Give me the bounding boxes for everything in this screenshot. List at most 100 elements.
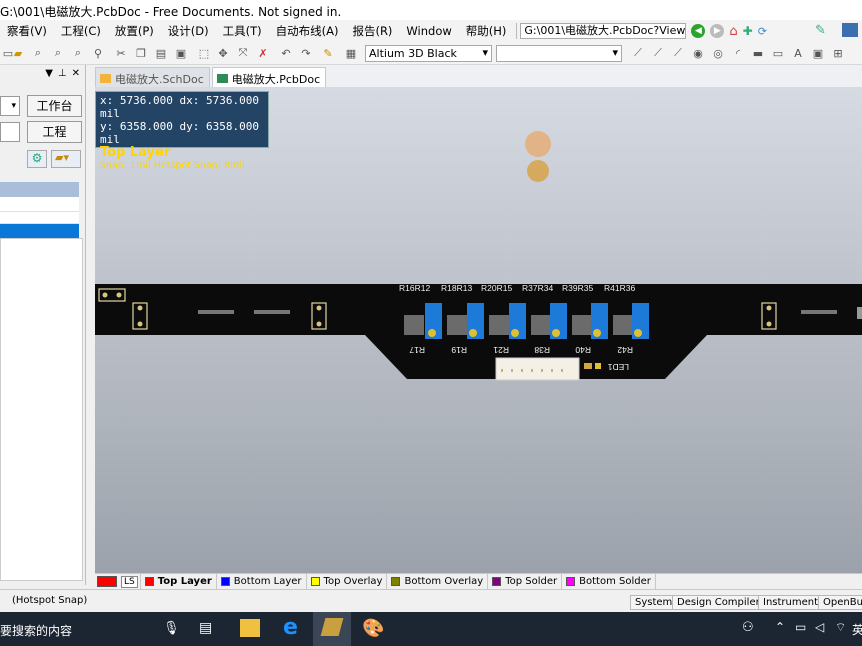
- people-icon[interactable]: ⚇: [742, 620, 754, 635]
- zoom-area-icon[interactable]: ⌕: [50, 45, 66, 61]
- route-diff-icon[interactable]: ⟋: [650, 45, 666, 61]
- silkscreen-label: R18R13: [441, 283, 472, 293]
- openbus-button[interactable]: OpenBus: [818, 595, 862, 610]
- place-dimension-icon[interactable]: ⊞: [830, 45, 846, 61]
- file-explorer-icon[interactable]: [240, 619, 260, 637]
- layer-swatch: [492, 577, 502, 586]
- rubber-stamp-icon[interactable]: ▣: [173, 45, 189, 61]
- taskbar-search[interactable]: 要搜索的内容: [0, 622, 72, 639]
- orbit-marker: [525, 131, 551, 157]
- network-icon[interactable]: ⌔: [835, 620, 846, 635]
- system-button[interactable]: System: [630, 595, 678, 610]
- title-bar: G:\001\电磁放大.PcbDoc - Free Documents. Not…: [0, 0, 862, 20]
- menu-project[interactable]: 工程(C): [54, 23, 108, 39]
- close-icon[interactable]: ✕: [72, 68, 80, 84]
- volume-icon[interactable]: ◁: [815, 620, 824, 634]
- smd-pad: [857, 307, 862, 319]
- preferences-icon[interactable]: ✎: [815, 23, 826, 38]
- document-path-combo[interactable]: G:\001\电磁放大.PcbDoc?ViewN▾: [520, 23, 687, 39]
- hud-dx-label: dx:: [179, 94, 200, 107]
- view-config-combo[interactable]: Altium 3D Black ▾: [365, 45, 492, 62]
- redo-icon[interactable]: ↷: [298, 45, 314, 61]
- place-via-icon[interactable]: ◎: [710, 45, 726, 61]
- hud-x-value: 5736.000: [119, 94, 173, 107]
- pin-icon[interactable]: ⊥: [58, 68, 67, 84]
- project-tree-row[interactable]: [0, 197, 79, 212]
- paste-icon[interactable]: ▤: [153, 45, 169, 61]
- forward-icon[interactable]: ▶: [710, 24, 725, 38]
- hud-y-value: 6358.000: [119, 120, 173, 133]
- menu-help[interactable]: 帮助(H): [459, 23, 514, 39]
- interactive-route-icon[interactable]: ⟋: [670, 45, 686, 61]
- workspace-combo[interactable]: ▾: [0, 96, 20, 116]
- panel-toggle-icon[interactable]: [842, 23, 858, 37]
- layer-tab-top-overlay[interactable]: Top Overlay: [307, 573, 388, 590]
- open-icon[interactable]: ▰: [10, 45, 26, 61]
- workspace-options-icon[interactable]: ⚙: [27, 150, 47, 168]
- place-text-icon[interactable]: A: [790, 45, 806, 61]
- ime-indicator[interactable]: 英: [852, 621, 862, 638]
- battery-icon[interactable]: ▭: [795, 620, 806, 634]
- layer-tab-bottom-layer[interactable]: Bottom Layer: [217, 573, 307, 590]
- tray-expand-icon[interactable]: ⌃: [775, 620, 785, 634]
- layer-swatch: [310, 577, 320, 586]
- layer-swatch: [144, 577, 154, 586]
- favorite-icon[interactable]: ✚: [743, 24, 753, 38]
- menu-design[interactable]: 设计(D): [161, 23, 216, 39]
- menu-autoroute[interactable]: 自动布线(A): [269, 23, 346, 39]
- layer-set-button[interactable]: LS: [95, 573, 141, 590]
- layer-tab-bottom-solder[interactable]: Bottom Solder: [562, 573, 656, 590]
- tab-schdoc[interactable]: 电磁放大.SchDoc: [95, 67, 210, 87]
- cut-icon[interactable]: ✂: [113, 45, 129, 61]
- cross-probe-icon[interactable]: ✎: [320, 45, 336, 61]
- deselect-icon[interactable]: ⤧: [235, 45, 251, 61]
- place-component-icon[interactable]: ▣: [810, 45, 826, 61]
- project-tree-row[interactable]: [0, 212, 79, 224]
- layer-tab-label: Top Solder: [505, 576, 558, 587]
- menu-view[interactable]: 察看(V): [0, 23, 54, 39]
- hud-y-label: y:: [100, 120, 114, 133]
- filter-combo[interactable]: ▾: [496, 45, 622, 62]
- altium-taskbar-item[interactable]: [313, 612, 351, 646]
- project-combo[interactable]: [0, 122, 20, 142]
- place-arc-icon[interactable]: ◜: [730, 45, 746, 61]
- project-options-icon[interactable]: ▰▾: [51, 150, 81, 168]
- silkscreen-label: R16R12: [399, 283, 430, 293]
- home-icon[interactable]: ⌂: [729, 24, 737, 39]
- clear-filter-icon[interactable]: ✗: [255, 45, 271, 61]
- undo-icon[interactable]: ↶: [278, 45, 294, 61]
- route-track-icon[interactable]: ⟋: [630, 45, 646, 61]
- select-area-icon[interactable]: ⬚: [196, 45, 212, 61]
- zoom-select-icon[interactable]: ⌕: [70, 45, 86, 61]
- layer-tab-top-layer[interactable]: Top Layer: [141, 573, 217, 590]
- paint-icon[interactable]: 🎨: [362, 618, 384, 639]
- refresh-icon[interactable]: ⟳: [758, 25, 767, 38]
- project-tree-row-selected[interactable]: [0, 224, 79, 238]
- workspace-button[interactable]: 工作台: [27, 95, 82, 117]
- browse-icon[interactable]: ▦: [343, 45, 359, 61]
- view-config-value: Altium 3D Black: [369, 47, 457, 60]
- task-view-icon[interactable]: ▤: [199, 620, 212, 636]
- tab-schdoc-label: 电磁放大.SchDoc: [115, 72, 204, 86]
- copy-icon[interactable]: ❐: [133, 45, 149, 61]
- menu-reports[interactable]: 报告(R): [345, 23, 399, 39]
- place-fill-icon[interactable]: ▬: [750, 45, 766, 61]
- zoom-fit-icon[interactable]: ⌕: [30, 45, 46, 61]
- menu-window[interactable]: Window: [399, 24, 458, 38]
- layer-tab-bottom-overlay[interactable]: Bottom Overlay: [387, 573, 489, 590]
- layer-tab-top-solder[interactable]: Top Solder: [488, 573, 563, 590]
- move-icon[interactable]: ✥: [215, 45, 231, 61]
- back-icon[interactable]: ◀: [691, 24, 706, 38]
- project-button[interactable]: 工程: [27, 121, 82, 143]
- place-pad-icon[interactable]: ◉: [690, 45, 706, 61]
- microphone-icon[interactable]: 🎙: [163, 621, 180, 636]
- find-icon[interactable]: ⚲: [90, 45, 106, 61]
- tab-pcbdoc[interactable]: 电磁放大.PcbDoc: [211, 67, 327, 87]
- place-polygon-icon[interactable]: ▭: [770, 45, 786, 61]
- panel-menu-icon[interactable]: ▼: [45, 68, 53, 84]
- menu-tools[interactable]: 工具(T): [216, 23, 269, 39]
- design-compiler-button[interactable]: Design Compiler: [672, 595, 765, 610]
- edge-icon[interactable]: e: [283, 615, 298, 640]
- silkscreen-label: R40: [575, 345, 591, 355]
- menu-place[interactable]: 放置(P): [108, 23, 161, 39]
